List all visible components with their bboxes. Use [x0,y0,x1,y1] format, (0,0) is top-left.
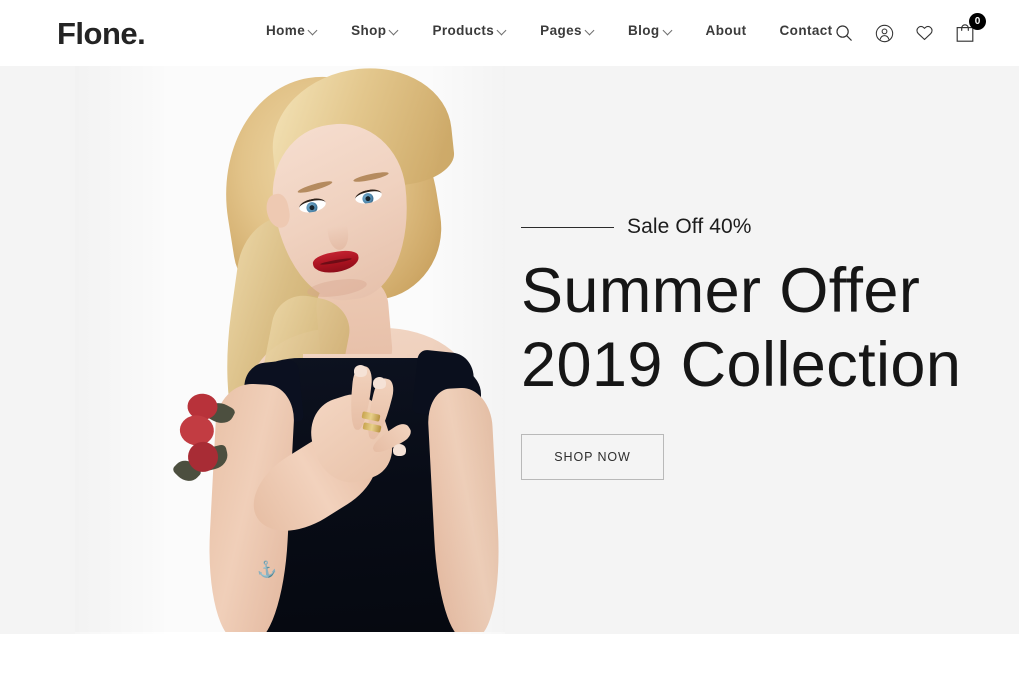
heart-icon[interactable] [913,22,935,44]
nav-label: Shop [351,23,387,38]
anchor-tattoo: ⚓ [255,560,278,581]
hero-content: Sale Off 40% Summer Offer 2019 Collectio… [521,216,961,480]
chevron-down-icon [390,26,399,35]
search-icon[interactable] [833,22,855,44]
nav-label: Pages [540,23,582,38]
chevron-down-icon [664,26,673,35]
nav-item-about[interactable]: About [706,22,764,40]
headline-line-1: Summer Offer [521,256,921,326]
eyebrow-rule [521,226,614,228]
shopping-cart-icon[interactable]: 0 [953,13,986,45]
cart-count-badge: 0 [969,13,986,30]
hero-eyebrow: Sale Off 40% [521,216,961,238]
next-section-placeholder [0,634,1019,679]
nav-label: Blog [627,23,660,38]
hero-model-image: ⚓ [75,66,505,634]
site-header: Flone. Home Shop Products Pages Blog Abo… [0,0,1019,66]
rose-tattoo [171,386,239,500]
shop-now-button[interactable]: SHOP NOW [521,434,664,480]
hero-sale-label: Sale Off 40% [627,215,752,238]
nav-label: Home [266,23,306,38]
site-logo[interactable]: Flone. [57,17,146,51]
nav-label: Contact [779,23,833,38]
chevron-down-icon [586,26,595,35]
user-account-icon[interactable] [873,22,895,44]
main-navigation: Home Shop Products Pages Blog About Cont… [266,22,833,40]
hero-headline: Summer Offer 2019 Collection [521,254,961,402]
nav-item-contact[interactable]: Contact [780,22,833,40]
nav-item-home[interactable]: Home [266,22,335,40]
nav-item-products[interactable]: Products [432,22,524,40]
header-icon-group: 0 [833,13,986,45]
chevron-down-icon [498,26,507,35]
headline-line-2: 2019 Collection [521,330,962,400]
chevron-down-icon [309,26,318,35]
nav-label: About [705,23,747,38]
nav-item-pages[interactable]: Pages [540,22,612,40]
page-root: Flone. Home Shop Products Pages Blog Abo… [0,0,1019,679]
nav-label: Products [432,23,495,38]
nav-item-blog[interactable]: Blog [628,22,690,40]
hero-slider: ⚓ Sale Off 40% Summer Offer 2019 Collect… [0,66,1019,634]
nav-item-shop[interactable]: Shop [351,22,416,40]
